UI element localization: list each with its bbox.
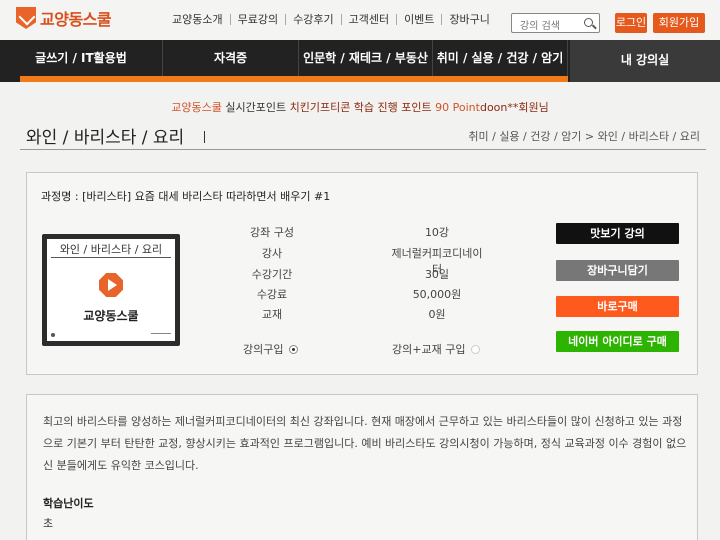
player-control-icon bbox=[151, 333, 171, 337]
welcome-brand: 교양동스쿨 bbox=[171, 101, 222, 114]
welcome-message: 교양동스쿨 실시간포인트 치킨기프티콘 학습 진행 포인트 90 Pointdo… bbox=[0, 99, 720, 115]
top-bar: 교양동스쿨 교양동소개 무료강의 수강후기 고객센터 이벤트 장바구니 로그인 … bbox=[0, 0, 720, 40]
top-nav: 교양동소개 무료강의 수강후기 고객센터 이벤트 장바구니 bbox=[165, 14, 497, 25]
welcome-points-value: 90 Point bbox=[435, 101, 480, 114]
option-lecture-book[interactable]: 강의+교재 구입 bbox=[392, 341, 481, 357]
preview-button[interactable]: 맛보기 강의 bbox=[556, 223, 679, 244]
info-value: 0원 bbox=[428, 308, 446, 321]
welcome-event: 치킨기프티콘 학습 진행 포인트 bbox=[289, 101, 432, 114]
search-icon[interactable] bbox=[584, 18, 593, 27]
welcome-points-text: 실시간포인트 bbox=[225, 101, 287, 114]
logo-text: 교양동스쿨 bbox=[40, 10, 112, 29]
add-to-cart-button[interactable]: 장바구니담기 bbox=[556, 260, 679, 281]
info-key: 교재 bbox=[261, 308, 283, 321]
course-panel: 과정명 : [바리스타] 요즘 대세 바리스타 따라하면서 배우기 #1 와인 … bbox=[26, 172, 698, 375]
radio-selected-icon[interactable] bbox=[289, 344, 299, 354]
breadcrumb[interactable]: 취미 / 실용 / 건강 / 암기 > 와인 / 바리스타 / 요리 bbox=[468, 128, 700, 144]
welcome-user: doon**회원님 bbox=[479, 101, 549, 114]
option-label: 강의+교재 구입 bbox=[392, 343, 466, 356]
top-nav-about[interactable]: 교양동소개 bbox=[165, 14, 231, 25]
info-key: 강좌 구성 bbox=[250, 226, 294, 239]
info-key: 강사 bbox=[261, 247, 283, 260]
course-description: 최고의 바리스타를 양성하는 제너럴커피코디네이터의 최신 강좌입니다. 현재 … bbox=[43, 415, 687, 472]
info-value: 50,000원 bbox=[412, 288, 462, 301]
nav-my-course[interactable]: 내 강의실 bbox=[570, 40, 720, 82]
nav-certificate[interactable]: 자격증 bbox=[163, 40, 299, 76]
option-label: 강의구입 bbox=[243, 343, 284, 356]
top-nav-events[interactable]: 이벤트 bbox=[397, 14, 443, 25]
search-input[interactable] bbox=[512, 17, 578, 36]
info-value: 10강 bbox=[424, 226, 450, 239]
top-nav-reviews[interactable]: 수강후기 bbox=[286, 14, 342, 25]
progress-dot-icon bbox=[51, 333, 55, 337]
difficulty-value: 초 bbox=[43, 517, 54, 530]
nav-humanities[interactable]: 인문학 / 재테크 / 부동산 bbox=[299, 40, 433, 76]
description-panel: 최고의 바리스타를 양성하는 제너럴커피코디네이터의 최신 강좌입니다. 현재 … bbox=[26, 394, 698, 540]
text-cursor bbox=[204, 131, 205, 143]
play-icon[interactable] bbox=[99, 273, 123, 297]
info-key: 수강료 bbox=[256, 288, 288, 301]
login-button[interactable]: 로그인 bbox=[615, 13, 647, 33]
logo-icon bbox=[16, 7, 36, 29]
nav-hobby[interactable]: 취미 / 실용 / 건강 / 암기 bbox=[433, 40, 568, 76]
info-value: 30일 bbox=[424, 268, 450, 281]
thumbnail-category: 와인 / 바리스타 / 요리 bbox=[59, 243, 163, 256]
logo[interactable]: 교양동스쿨 bbox=[16, 6, 112, 30]
player-controls bbox=[47, 331, 175, 341]
option-lecture-only[interactable]: 강의구입 bbox=[243, 341, 299, 357]
nav-active-bar bbox=[20, 76, 568, 82]
top-nav-support[interactable]: 고객센터 bbox=[342, 14, 398, 25]
top-nav-cart[interactable]: 장바구니 bbox=[442, 14, 496, 25]
nav-writing-it[interactable]: 글쓰기 / IT활용법 bbox=[0, 40, 163, 76]
course-name-value: [바리스타] 요즘 대세 바리스타 따라하면서 배우기 #1 bbox=[82, 190, 331, 203]
thumbnail-divider bbox=[51, 257, 171, 258]
search-box bbox=[511, 13, 600, 36]
naver-pay-button[interactable]: 네이버 아이디로 구매 bbox=[556, 331, 679, 352]
signup-button[interactable]: 회원가입 bbox=[653, 13, 705, 33]
buy-now-button[interactable]: 바로구매 bbox=[556, 296, 679, 317]
course-name-label: 과정명 : bbox=[41, 190, 79, 203]
top-nav-free[interactable]: 무료강의 bbox=[231, 14, 287, 25]
thumbnail-brand: 교양동스쿨 bbox=[83, 309, 139, 323]
course-name: 과정명 : [바리스타] 요즘 대세 바리스타 따라하면서 배우기 #1 bbox=[41, 188, 330, 204]
info-key: 수강기간 bbox=[251, 268, 293, 281]
page-title: 와인 / 바리스타 / 요리 bbox=[26, 128, 185, 148]
difficulty-label: 학습난이도 bbox=[43, 497, 94, 510]
course-thumbnail[interactable]: 와인 / 바리스타 / 요리 교양동스쿨 bbox=[42, 234, 180, 346]
divider bbox=[20, 149, 706, 150]
radio-unselected-icon[interactable] bbox=[471, 344, 481, 354]
